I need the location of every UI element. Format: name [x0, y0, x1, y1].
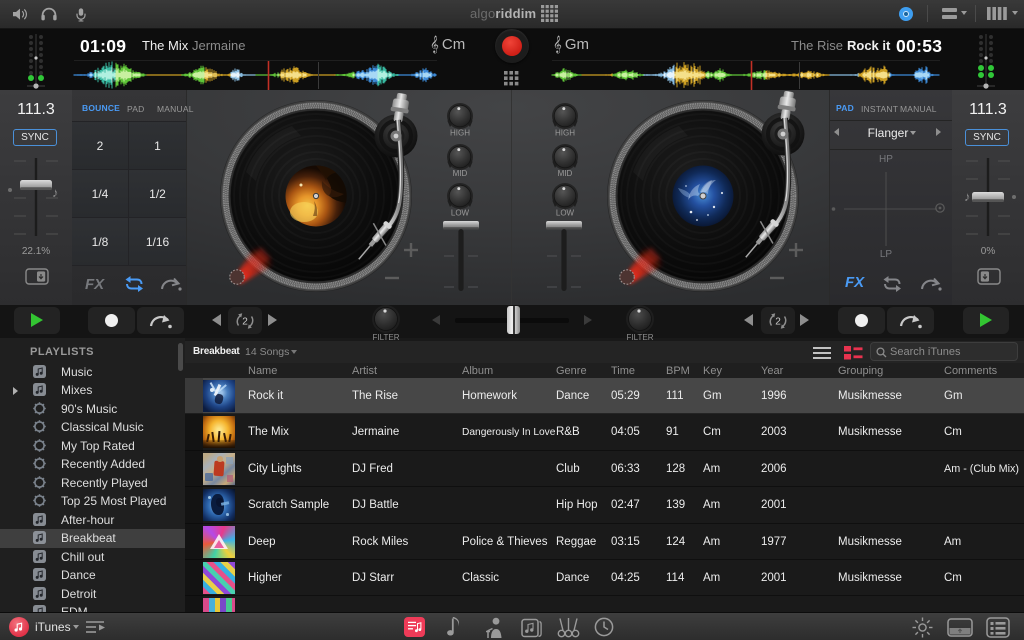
svg-text:HP: HP [879, 154, 893, 165]
svg-text:HIGH: HIGH [450, 129, 470, 138]
svg-text:LOW: LOW [556, 209, 575, 218]
svg-text:FILTER: FILTER [627, 333, 654, 342]
svg-text:MID: MID [453, 169, 468, 178]
svg-text:MID: MID [558, 169, 573, 178]
svg-text:LP: LP [880, 249, 893, 260]
svg-text:FILTER: FILTER [373, 333, 400, 342]
svg-text:LOW: LOW [451, 209, 470, 218]
svg-text:♪: ♪ [52, 185, 59, 200]
svg-text:♪: ♪ [964, 189, 971, 204]
svg-text:2: 2 [775, 317, 781, 328]
svg-text:HIGH: HIGH [555, 129, 575, 138]
svg-text:2: 2 [242, 317, 248, 328]
